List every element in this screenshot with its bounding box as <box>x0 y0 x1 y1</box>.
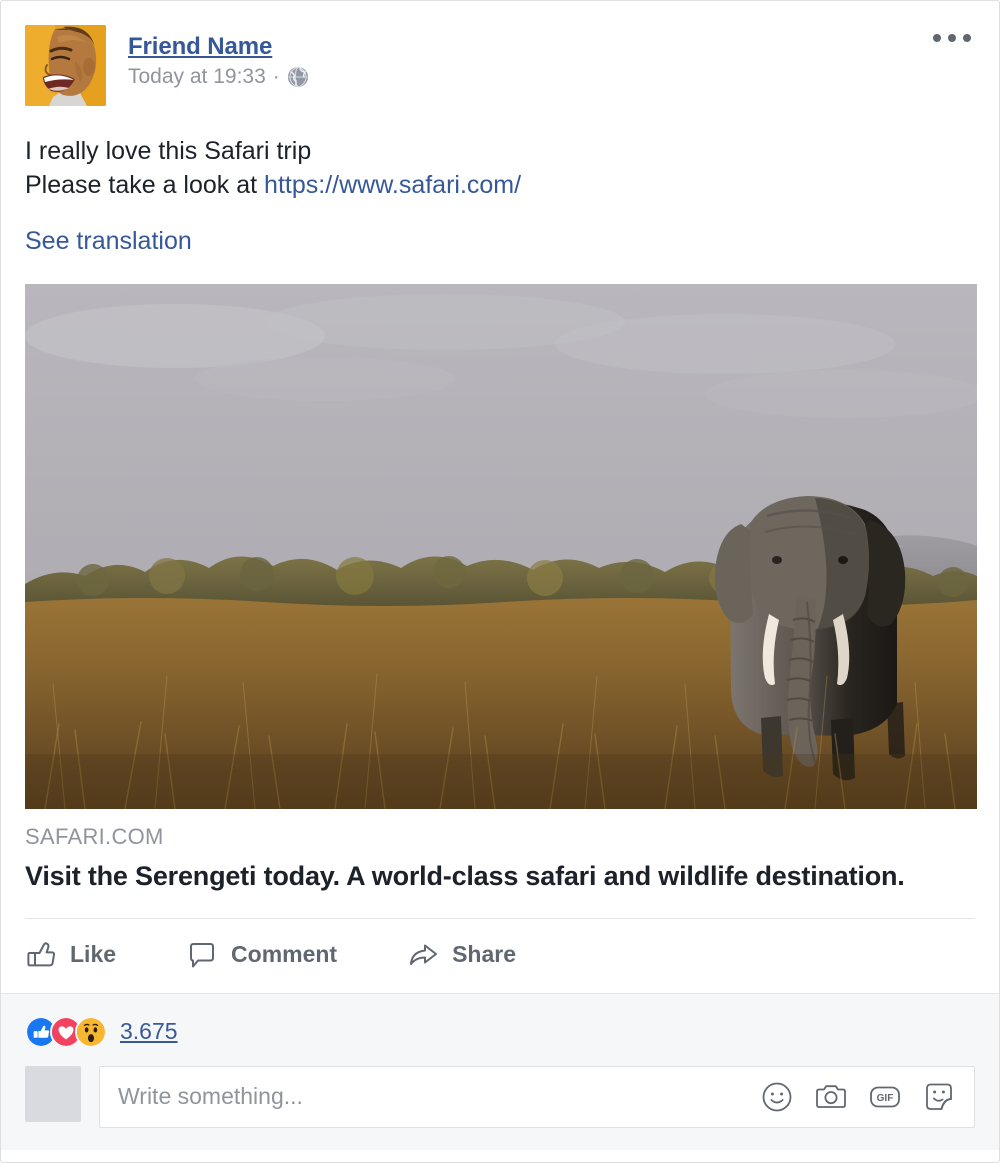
avatar[interactable] <box>25 25 106 106</box>
reaction-count[interactable]: 3.675 <box>120 1018 178 1045</box>
comment-bubble-icon <box>186 939 218 971</box>
gif-icon[interactable]: GIF <box>868 1080 902 1114</box>
comment-composer: GIF <box>1 1065 999 1150</box>
globe-icon[interactable] <box>287 66 309 88</box>
camera-icon[interactable] <box>814 1080 848 1114</box>
attachment-title: Visit the Serengeti today. A world-class… <box>25 860 905 891</box>
reaction-wow-icon[interactable] <box>75 1015 107 1048</box>
thumbs-up-icon <box>25 939 57 971</box>
post-timestamp[interactable]: Today at 19:33 <box>128 64 266 89</box>
comment-input-box[interactable]: GIF <box>99 1065 975 1128</box>
emoji-smiley-icon[interactable] <box>760 1080 794 1114</box>
dot-icon <box>948 34 956 42</box>
post-photo[interactable] <box>25 284 977 809</box>
like-label: Like <box>70 941 117 968</box>
sticker-icon[interactable] <box>922 1080 956 1114</box>
more-options-button[interactable] <box>927 28 977 48</box>
link-attachment[interactable]: SAFARI.COM Visit the Serengeti today. A … <box>1 809 999 894</box>
share-button[interactable]: Share <box>407 933 530 977</box>
comment-input[interactable] <box>118 1066 748 1127</box>
share-arrow-icon <box>407 939 439 971</box>
header-text-block: Friend Name Today at 19:33 · <box>128 25 309 90</box>
reaction-icon-group[interactable] <box>25 1015 107 1048</box>
attachment-domain: SAFARI.COM <box>25 824 164 849</box>
message-line-2-prefix: Please take a look at <box>25 171 265 199</box>
see-translation-link[interactable]: See translation <box>25 224 192 258</box>
facebook-post-card: Friend Name Today at 19:33 · I really lo… <box>0 0 1000 1163</box>
post-header: Friend Name Today at 19:33 · <box>1 1 999 106</box>
meta-separator: · <box>272 65 280 89</box>
message-line-2: Please take a look at https://www.safari… <box>25 168 975 202</box>
post-link[interactable]: https://www.safari.com/ <box>264 171 521 199</box>
reactions-bar: 3.675 <box>1 992 999 1066</box>
composer-tools: GIF <box>748 1080 956 1114</box>
dot-icon <box>933 34 941 42</box>
post-actions: Like Comment Share <box>1 919 999 993</box>
share-label: Share <box>452 941 517 968</box>
post-message: I really love this Safari trip Please ta… <box>1 106 999 258</box>
composer-avatar[interactable] <box>25 1065 81 1122</box>
post-meta: Today at 19:33 · <box>128 64 309 89</box>
like-button[interactable]: Like <box>25 933 130 977</box>
comment-button[interactable]: Comment <box>186 933 351 977</box>
author-name[interactable]: Friend Name <box>128 33 309 61</box>
svg-text:GIF: GIF <box>877 1093 894 1104</box>
dot-icon <box>963 34 971 42</box>
message-line-1: I really love this Safari trip <box>25 137 312 165</box>
comment-label: Comment <box>231 941 338 968</box>
